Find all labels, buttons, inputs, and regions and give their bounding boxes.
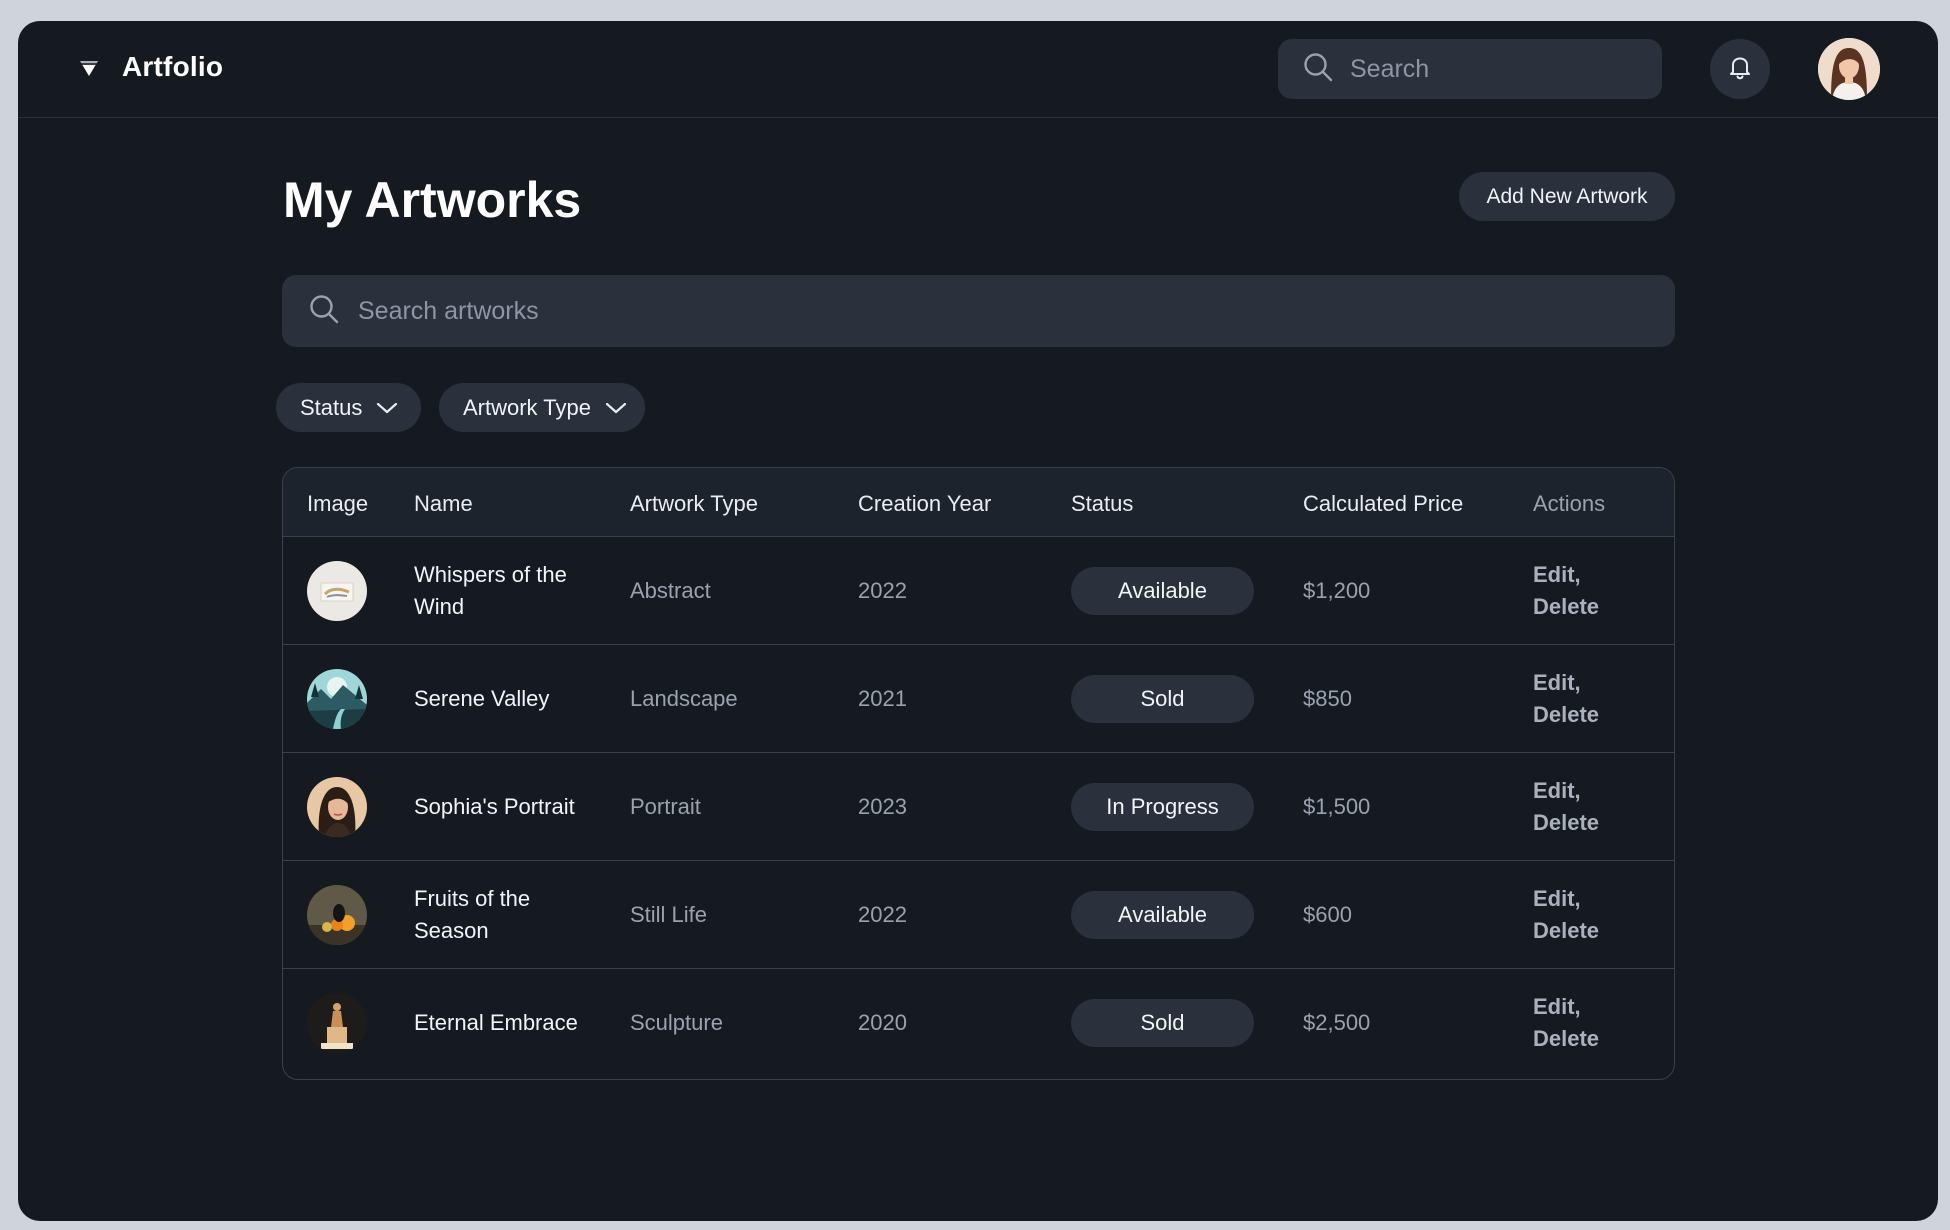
add-new-artwork-button[interactable]: Add New Artwork <box>1459 172 1675 221</box>
artwork-search[interactable] <box>282 275 1675 347</box>
calculated-price: $1,200 <box>1303 577 1371 603</box>
global-search[interactable] <box>1278 39 1662 99</box>
status-badge: Sold <box>1071 999 1254 1047</box>
creation-year: 2022 <box>858 901 907 927</box>
artwork-type: Abstract <box>630 577 711 603</box>
page-title: My Artworks <box>283 172 582 228</box>
bell-icon <box>1727 54 1753 85</box>
status-filter-label: Status <box>300 394 363 420</box>
column-header-status[interactable]: Status <box>1071 491 1133 517</box>
column-header-actions: Actions <box>1533 491 1606 516</box>
edit-link[interactable]: Edit, <box>1533 559 1599 591</box>
landscape-thumb <box>307 669 367 729</box>
row-actions: Edit, Delete <box>1533 559 1599 623</box>
delete-link[interactable]: Delete <box>1533 807 1599 839</box>
artwork-type: Still Life <box>630 901 708 927</box>
calculated-price: $1,500 <box>1303 793 1371 819</box>
chevron-down-icon <box>376 395 398 421</box>
column-header-image: Image <box>307 491 369 516</box>
edit-link[interactable]: Edit, <box>1533 883 1599 915</box>
artworks-table: Image Name Artwork Type Creation Year St… <box>282 467 1675 1080</box>
portrait-thumb <box>307 777 367 837</box>
table-row: Fruits of the Season Still Life 2022 Ava… <box>283 861 1674 969</box>
artwork-type-filter-dropdown[interactable]: Artwork Type <box>439 383 645 432</box>
edit-link[interactable]: Edit, <box>1533 991 1599 1023</box>
artwork-type: Sculpture <box>630 1010 723 1035</box>
column-header-name[interactable]: Name <box>414 491 473 517</box>
artwork-type-filter-label: Artwork Type <box>463 394 591 420</box>
status-badge: In Progress <box>1071 783 1254 831</box>
status-badge: Available <box>1071 567 1254 615</box>
table-header: Image Name Artwork Type Creation Year St… <box>283 468 1674 537</box>
table-row: Whispers of the Wind Abstract 2022 Avail… <box>283 537 1674 645</box>
search-icon <box>308 293 340 330</box>
sculpture-thumb <box>307 993 367 1053</box>
artwork-name: Sophia's Portrait <box>414 793 575 819</box>
creation-year: 2023 <box>858 793 907 819</box>
app-name: Artfolio <box>122 51 224 82</box>
brand[interactable]: Artfolio <box>78 51 223 83</box>
artwork-search-input[interactable] <box>358 296 1558 326</box>
status-badge: Sold <box>1071 675 1254 723</box>
abstract-thumb <box>307 561 367 621</box>
artwork-name: Fruits of the Season <box>414 885 531 943</box>
table-row: Sophia's Portrait Portrait 2023 In Progr… <box>283 753 1674 861</box>
row-actions: Edit, Delete <box>1533 883 1599 947</box>
calculated-price: $850 <box>1303 685 1352 711</box>
column-header-artwork-type[interactable]: Artwork Type <box>630 491 758 517</box>
delete-link[interactable]: Delete <box>1533 1023 1599 1055</box>
row-actions: Edit, Delete <box>1533 667 1599 731</box>
table-row: Eternal Embrace Sculpture 2020 Sold $2,5… <box>283 969 1674 1077</box>
creation-year: 2022 <box>858 577 907 603</box>
column-header-calculated-price[interactable]: Calculated Price <box>1303 491 1463 517</box>
calculated-price: $2,500 <box>1303 1010 1371 1035</box>
still-life-thumb <box>307 885 367 945</box>
notifications-button[interactable] <box>1710 39 1770 99</box>
edit-link[interactable]: Edit, <box>1533 667 1599 699</box>
edit-link[interactable]: Edit, <box>1533 775 1599 807</box>
status-filter-dropdown[interactable]: Status <box>276 383 421 432</box>
search-icon <box>1302 51 1334 88</box>
app-window: Artfolio Search My Artworks Add New Artw… <box>18 21 1938 1221</box>
column-header-creation-year[interactable]: Creation Year <box>858 491 991 517</box>
chevron-down-icon <box>605 395 627 421</box>
row-actions: Edit, Delete <box>1533 991 1599 1055</box>
creation-year: 2020 <box>858 1010 907 1035</box>
artwork-type: Portrait <box>630 793 701 819</box>
artwork-name: Eternal Embrace <box>414 1010 578 1035</box>
status-badge: Available <box>1071 891 1254 939</box>
artwork-name: Whispers of the Wind <box>414 561 567 619</box>
calculated-price: $600 <box>1303 901 1352 927</box>
artwork-name: Serene Valley <box>414 685 550 711</box>
diamond-logo-icon <box>78 56 100 78</box>
table-row: Serene Valley Landscape 2021 Sold $850 E… <box>283 645 1674 753</box>
creation-year: 2021 <box>858 685 907 711</box>
row-actions: Edit, Delete <box>1533 775 1599 839</box>
top-navigation-bar: Artfolio <box>18 21 1938 118</box>
delete-link[interactable]: Delete <box>1533 591 1599 623</box>
user-avatar[interactable] <box>1818 38 1880 100</box>
global-search-input[interactable] <box>1350 54 1610 84</box>
delete-link[interactable]: Delete <box>1533 699 1599 731</box>
artwork-type: Landscape <box>630 685 738 711</box>
delete-link[interactable]: Delete <box>1533 915 1599 947</box>
